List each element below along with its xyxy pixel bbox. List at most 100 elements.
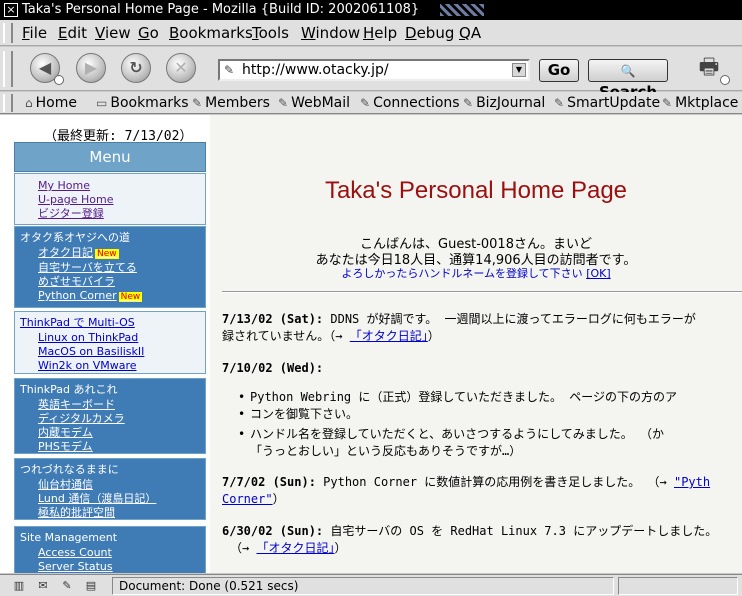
menu-link-phs-modem[interactable]: PHSモデム xyxy=(15,440,205,454)
divider xyxy=(222,291,742,293)
status-bar: ▥ ✉ ✎ ▤ Document: Done (0.521 secs) xyxy=(0,574,742,596)
search-button[interactable]: 🔍 Search xyxy=(588,59,668,101)
list-item: ハンドル名を登録していただくと、あいさつするようにしてみました。 （か xyxy=(238,426,742,443)
folder-icon: ▭ xyxy=(96,96,108,110)
menubar-grip[interactable] xyxy=(3,23,13,43)
component-icon[interactable]: ▥ xyxy=(10,578,28,594)
bookmark-mktplace[interactable]: ✎ Mktplace xyxy=(662,94,738,112)
print-dropdown-icon[interactable] xyxy=(720,75,730,85)
bookmark-bizjournal[interactable]: ✎ BizJournal xyxy=(463,94,545,112)
menu-tools[interactable]: Tools xyxy=(252,24,289,42)
page-title: Taka's Personal Home Page xyxy=(324,177,628,204)
register-ok-link[interactable]: [OK] xyxy=(586,267,610,280)
new-badge: New xyxy=(95,249,119,259)
bookmark-icon: ✎ xyxy=(463,96,474,110)
menu-link-win2k-vmware[interactable]: Win2k on VMware xyxy=(15,359,205,373)
window-close-icon[interactable]: × xyxy=(4,3,18,17)
bookmark-smartupdate[interactable]: ✎ SmartUpdate xyxy=(554,94,660,112)
go-button[interactable]: Go xyxy=(539,59,579,82)
python-corner-link[interactable]: "Pyth xyxy=(674,475,710,489)
bookmark-icon: ✎ xyxy=(192,96,203,110)
menu-section-title: つれづれなるままに xyxy=(20,463,119,476)
forward-button[interactable]: ▶ xyxy=(76,53,106,83)
bookmark-icon: ✎ xyxy=(554,96,565,110)
menu-link-access-count[interactable]: Access Count xyxy=(15,546,205,560)
menu-section-title: オタク系オヤジへの道 xyxy=(20,231,130,244)
mail-icon[interactable]: ✉ xyxy=(34,578,52,594)
menu-link-macos-basilisk[interactable]: MacOS on BasiliskII xyxy=(15,345,205,359)
python-corner-link-cont[interactable]: Corner" xyxy=(222,492,273,506)
menu-bookmarks[interactable]: Bookmarks xyxy=(169,24,253,42)
menu-link-home-server[interactable]: 自宅サーバを立てる xyxy=(15,261,205,275)
personal-toolbar: ⌂ Home ▭ Bookmarks ✎ Members ✎ WebMail ✎ Conn… xyxy=(0,92,742,114)
otaku-diary-link[interactable]: 「オタク日記」 xyxy=(350,329,428,343)
menu-link-my-home[interactable]: My Home xyxy=(15,179,205,193)
list-item-cont: コンを御覧下さい。 xyxy=(238,406,742,423)
menu-file[interactable]: File xyxy=(22,24,47,42)
bookmark-webmail[interactable]: ✎ WebMail xyxy=(278,94,350,112)
back-dropdown-icon[interactable] xyxy=(54,75,64,85)
menu-link-criticism[interactable]: 極私的批評空間 xyxy=(15,506,205,520)
back-arrow-icon: ◀ xyxy=(38,58,52,77)
menu-link-lund[interactable]: Lund 通信（渡島日記） xyxy=(15,492,205,506)
news-item: 6/30/02 (Sun): 自宅サーバの OS を RedHat Linux … xyxy=(222,524,718,538)
menu-link-mobile[interactable]: めざせモバイラ xyxy=(15,275,205,289)
menu-link-internal-modem[interactable]: 内蔵モデム xyxy=(15,426,205,440)
menu-link-english-keyboard[interactable]: 英語キーボード xyxy=(15,398,205,412)
menu-go[interactable]: Go xyxy=(138,24,159,42)
menubar: File Edit View Go Bookmarks Tools Window… xyxy=(0,20,742,46)
menu-debug[interactable]: Debug xyxy=(405,24,454,42)
menu-help[interactable]: Help xyxy=(363,24,397,42)
menu-section-home: My Home U-page Home ビジター登録 xyxy=(14,173,206,225)
menu-qa[interactable]: QA xyxy=(459,24,481,42)
main-column: Taka's Personal Home Page こんばんは、Guest-00… xyxy=(210,115,742,573)
menu-window[interactable]: Window xyxy=(301,24,360,42)
bookmark-members[interactable]: ✎ Members xyxy=(192,94,270,112)
house-icon: ⌂ xyxy=(25,96,33,110)
webring-link[interactable]: ア xyxy=(665,390,677,404)
menu-section-title[interactable]: ThinkPad で Multi-OS xyxy=(15,312,205,331)
status-text: Document: Done (0.521 secs) xyxy=(112,577,614,595)
webring-icon-link[interactable]: コン xyxy=(250,407,274,421)
page-content: （最終更新: 7/13/02） Menu My Home U-page Home… xyxy=(0,115,742,573)
menu-view[interactable]: View xyxy=(95,24,131,42)
window-titlebar: × Taka's Personal Home Page - Mozilla {B… xyxy=(0,0,742,20)
menu-section-multios: ThinkPad で Multi-OS Linux on ThinkPad Ma… xyxy=(14,311,206,374)
reload-button[interactable]: ↻ xyxy=(121,53,151,83)
otaku-diary-link[interactable]: 「オタク日記」 xyxy=(256,541,334,555)
new-badge: New xyxy=(118,292,143,302)
menu-section-otaku: オタク系オヤジへの道 オタク日記 New 自宅サーバを立てる めざせモバイラ Py… xyxy=(14,226,206,308)
personal-toolbar-grip[interactable] xyxy=(3,94,13,112)
menu-section-title: ThinkPad あれこれ xyxy=(20,383,118,396)
menu-link-digital-camera[interactable]: ディジタルカメラ xyxy=(15,412,205,426)
progress-meter xyxy=(618,577,738,595)
bookmark-icon: ✎ xyxy=(360,96,371,110)
url-input[interactable] xyxy=(242,62,510,78)
menu-link-sendai[interactable]: 仙台村通信 xyxy=(15,478,205,492)
bookmark-home[interactable]: ⌂ Home xyxy=(25,94,77,112)
forward-arrow-icon: ▶ xyxy=(84,58,98,77)
bookmark-connections[interactable]: ✎ Connections xyxy=(360,94,460,112)
menu-link-python-corner[interactable]: Python Corner New xyxy=(15,289,205,304)
news-item: 7/13/02 (Sat): DDNS が好調です。 一週間以上に渡ってエラーロ… xyxy=(222,312,696,326)
menu-link-upage-home[interactable]: U-page Home xyxy=(15,193,205,207)
back-button[interactable]: ◀ xyxy=(30,53,64,85)
url-history-dropdown-icon[interactable]: ▼ xyxy=(512,63,526,77)
menu-section-title: Site Management xyxy=(20,531,118,544)
page-proxy-icon[interactable]: ✎ xyxy=(224,63,234,77)
menu-link-otaku-diary[interactable]: オタク日記 New xyxy=(15,246,205,261)
menu-edit[interactable]: Edit xyxy=(58,24,87,42)
url-bar[interactable]: ✎ ▼ xyxy=(218,59,530,81)
navbar-grip[interactable] xyxy=(3,51,13,87)
stop-button[interactable]: ✕ xyxy=(166,53,196,83)
menu-link-visitor-register[interactable]: ビジター登録 xyxy=(15,207,205,221)
address-book-icon[interactable]: ▤ xyxy=(82,578,100,594)
composer-icon[interactable]: ✎ xyxy=(58,578,76,594)
menu-link-server-status[interactable]: Server Status xyxy=(15,560,205,573)
bookmark-icon: ✎ xyxy=(278,96,289,110)
reload-icon: ↻ xyxy=(129,58,143,77)
news-item-cont: Corner"） xyxy=(222,492,285,506)
menu-link-linux-thinkpad[interactable]: Linux on ThinkPad xyxy=(15,331,205,345)
bookmark-bookmarks[interactable]: ▭ Bookmarks xyxy=(96,94,189,112)
print-button[interactable]: 🖶 xyxy=(692,53,730,85)
